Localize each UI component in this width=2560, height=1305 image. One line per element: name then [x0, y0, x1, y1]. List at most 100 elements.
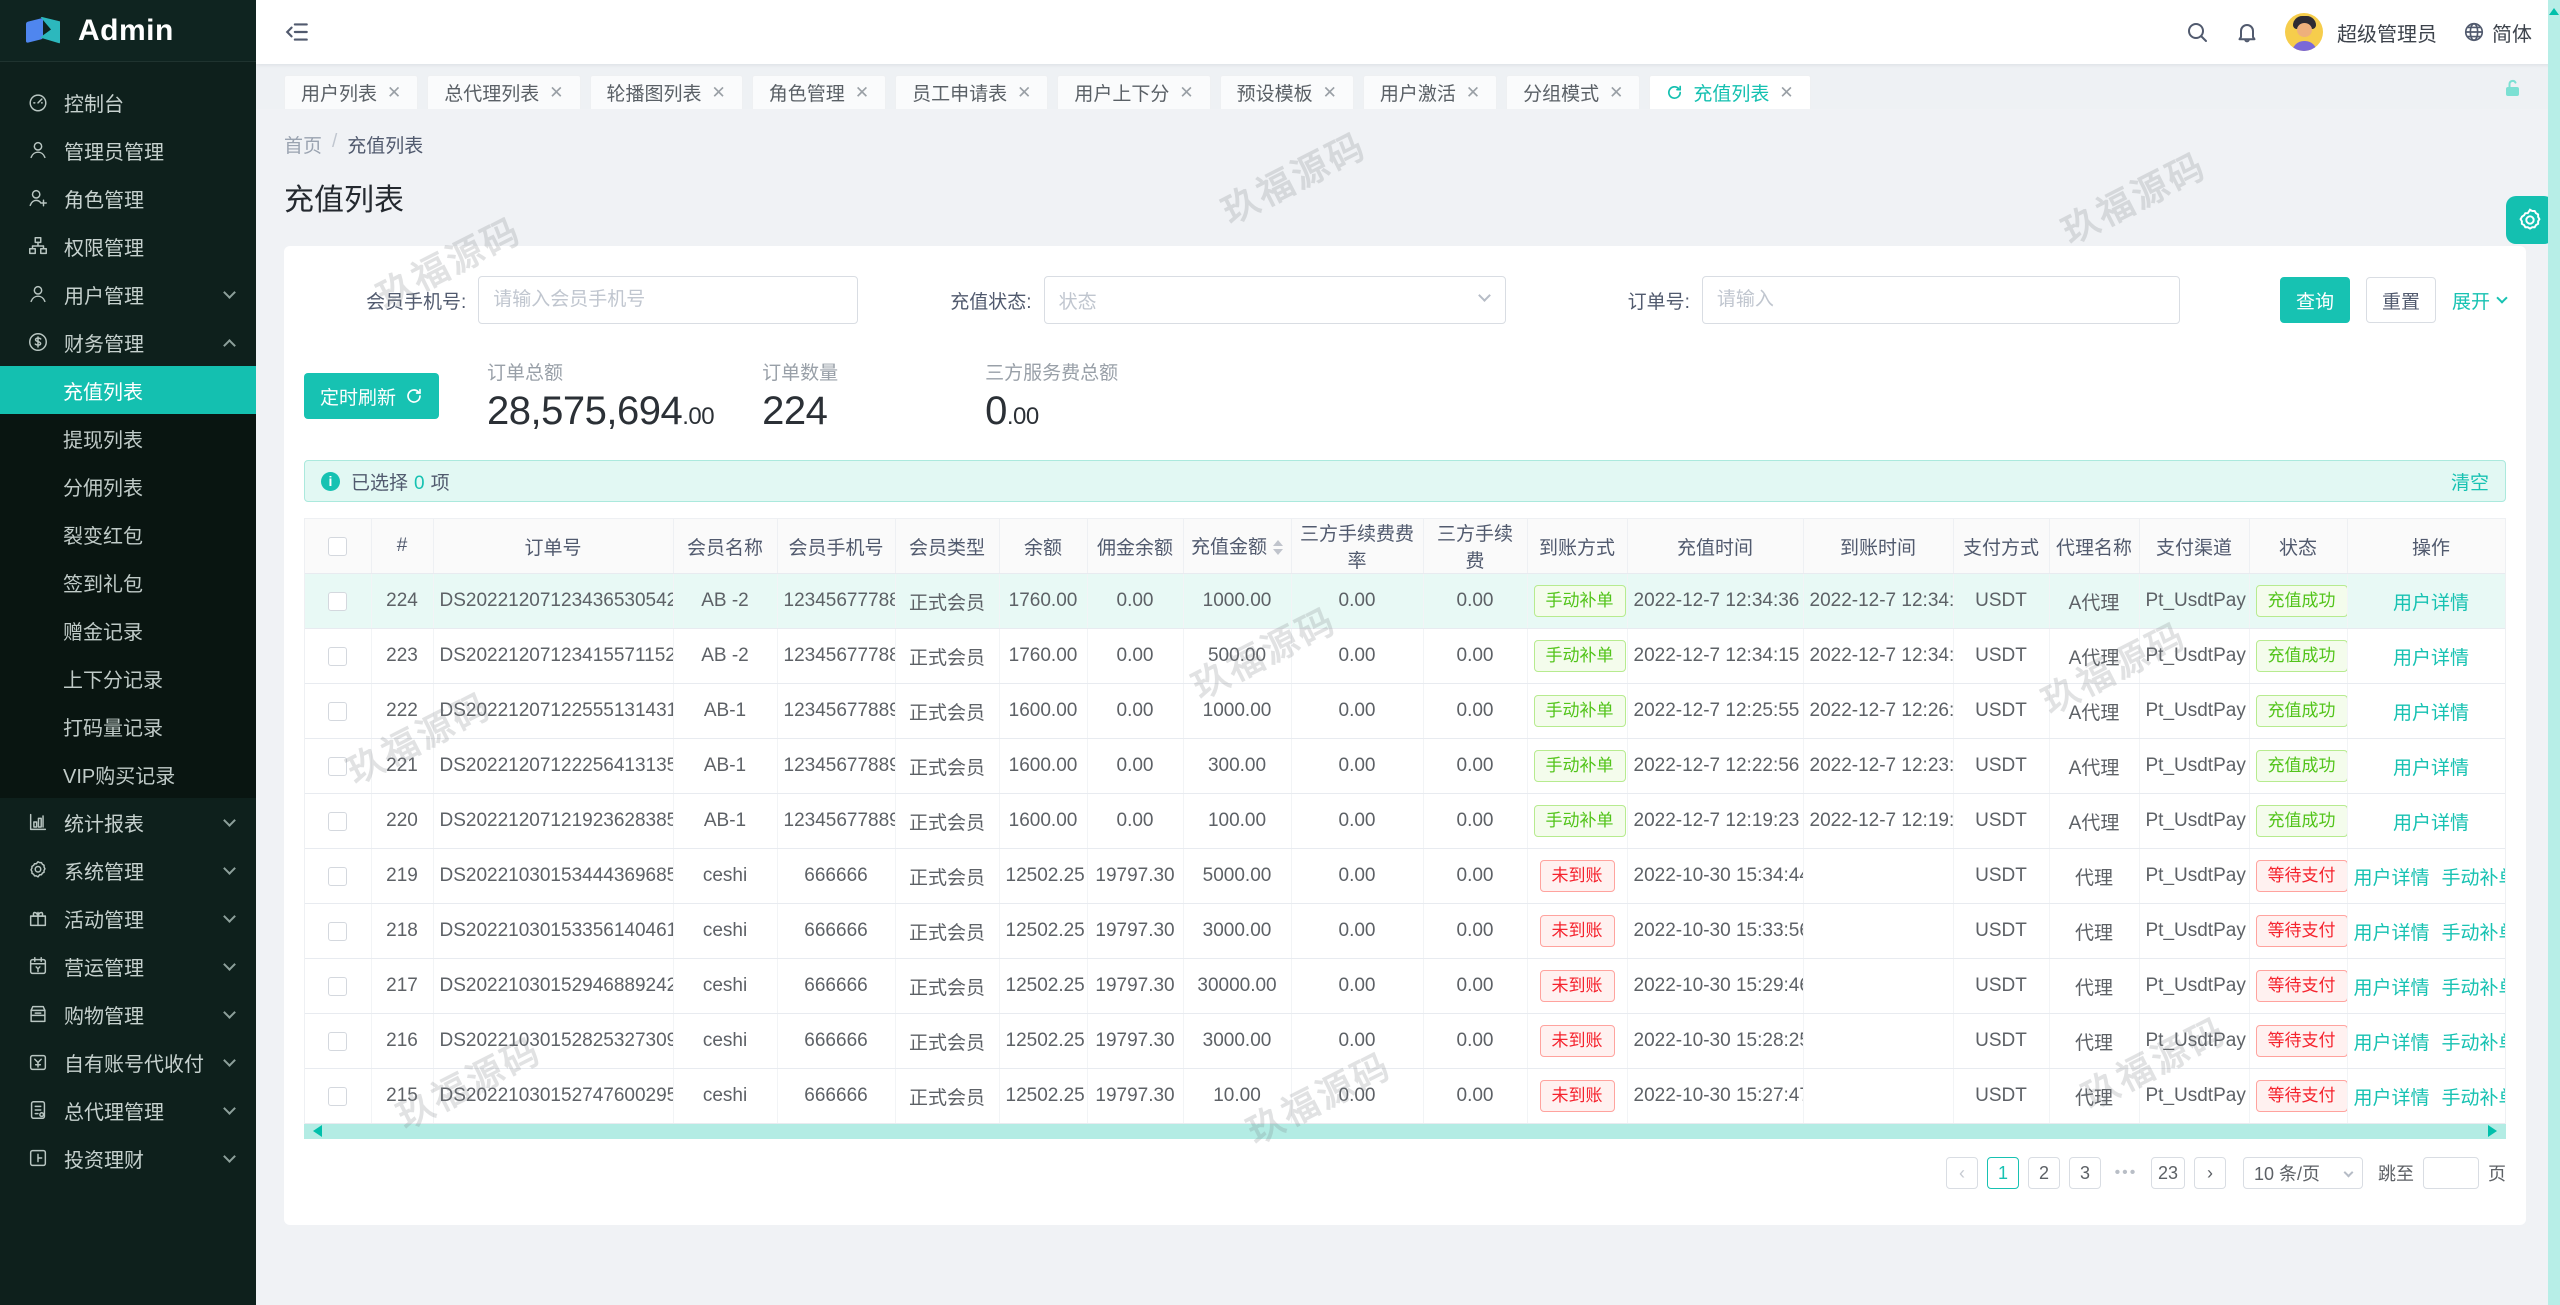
- sidebar-subitem-赠金记录[interactable]: 赠金记录: [0, 606, 256, 654]
- breadcrumb-home[interactable]: 首页: [284, 131, 322, 158]
- page-button-3[interactable]: 3: [2068, 1157, 2101, 1189]
- close-icon[interactable]: ✕: [1179, 84, 1193, 101]
- sidebar-item-总代理管理[interactable]: 总代理管理: [0, 1086, 256, 1134]
- row-checkbox[interactable]: [328, 921, 348, 941]
- select-all-checkbox[interactable]: [328, 536, 348, 556]
- action-link-用户详情[interactable]: 用户详情: [2393, 813, 2469, 834]
- row-checkbox[interactable]: [328, 976, 348, 996]
- row-checkbox[interactable]: [328, 701, 348, 721]
- close-icon[interactable]: ✕: [1466, 84, 1480, 101]
- sidebar-item-管理员管理[interactable]: 管理员管理: [0, 126, 256, 174]
- username[interactable]: 超级管理员: [2337, 18, 2437, 47]
- action-link-手动补单[interactable]: 手动补单: [2442, 1088, 2505, 1109]
- avatar[interactable]: [2285, 13, 2323, 51]
- action-link-用户详情[interactable]: 用户详情: [2393, 703, 2469, 724]
- search-button[interactable]: 查询: [2279, 277, 2350, 323]
- bell-icon[interactable]: [2235, 20, 2259, 44]
- column-header-充值金额[interactable]: 充值金额: [1183, 519, 1292, 574]
- tab-分组模式[interactable]: 分组模式 ✕: [1506, 75, 1641, 109]
- row-checkbox[interactable]: [328, 811, 348, 831]
- clear-selection-link[interactable]: 清空: [2451, 468, 2489, 495]
- next-page-button[interactable]: ›: [2194, 1157, 2226, 1189]
- tab-预设模板[interactable]: 预设模板 ✕: [1219, 75, 1354, 109]
- sidebar-subitem-分佣列表[interactable]: 分佣列表: [0, 462, 256, 510]
- reset-button[interactable]: 重置: [2365, 277, 2436, 323]
- tab-轮播图列表[interactable]: 轮播图列表 ✕: [589, 75, 743, 109]
- sort-asc-icon[interactable]: [1273, 535, 1283, 547]
- page-button-2[interactable]: 2: [2027, 1157, 2060, 1189]
- action-link-用户详情[interactable]: 用户详情: [2354, 978, 2430, 999]
- sidebar-subitem-提现列表[interactable]: 提现列表: [0, 414, 256, 462]
- action-link-用户详情[interactable]: 用户详情: [2393, 758, 2469, 779]
- sidebar-item-系统管理[interactable]: 系统管理: [0, 846, 256, 894]
- close-icon[interactable]: ✕: [1323, 84, 1337, 101]
- sidebar-subitem-裂变红包[interactable]: 裂变红包: [0, 510, 256, 558]
- horizontal-scrollbar[interactable]: [304, 1124, 2506, 1139]
- row-checkbox[interactable]: [328, 756, 348, 776]
- sidebar-item-控制台[interactable]: 控制台: [0, 78, 256, 126]
- sidebar-item-活动管理[interactable]: 活动管理: [0, 894, 256, 942]
- sidebar-item-自有账号代收付[interactable]: 自有账号代收付: [0, 1038, 256, 1086]
- action-link-用户详情[interactable]: 用户详情: [2393, 648, 2469, 669]
- sidebar-collapse-icon[interactable]: [284, 19, 310, 45]
- sidebar-item-营运管理[interactable]: 营运管理: [0, 942, 256, 990]
- close-icon[interactable]: ✕: [1779, 84, 1793, 101]
- settings-gear-button[interactable]: [2506, 196, 2554, 244]
- order-no-input[interactable]: [1701, 276, 2180, 324]
- sidebar-subitem-上下分记录[interactable]: 上下分记录: [0, 654, 256, 702]
- sort-icon[interactable]: [1273, 535, 1283, 560]
- member-phone-input[interactable]: [478, 276, 859, 324]
- sidebar-item-购物管理[interactable]: 购物管理: [0, 990, 256, 1038]
- tab-角色管理[interactable]: 角色管理 ✕: [751, 75, 887, 109]
- prev-page-button[interactable]: ‹: [1945, 1157, 1978, 1189]
- search-icon[interactable]: [2185, 20, 2209, 44]
- tab-用户激活[interactable]: 用户激活 ✕: [1362, 75, 1498, 109]
- page-scrollbar[interactable]: [2548, 0, 2560, 1305]
- sort-desc-icon[interactable]: [1273, 549, 1283, 560]
- sidebar-item-角色管理[interactable]: 角色管理: [0, 174, 256, 222]
- action-link-手动补单[interactable]: 手动补单: [2442, 1033, 2505, 1054]
- row-checkbox[interactable]: [328, 1031, 348, 1051]
- auto-refresh-button[interactable]: 定时刷新: [304, 373, 440, 419]
- row-checkbox[interactable]: [328, 1086, 348, 1106]
- action-link-用户详情[interactable]: 用户详情: [2354, 1033, 2430, 1054]
- page-jump-input[interactable]: [2423, 1157, 2479, 1189]
- close-icon[interactable]: ✕: [712, 84, 726, 101]
- action-link-用户详情[interactable]: 用户详情: [2393, 593, 2469, 614]
- action-link-手动补单[interactable]: 手动补单: [2442, 978, 2505, 999]
- expand-link[interactable]: 展开: [2452, 287, 2508, 314]
- scroll-up-icon[interactable]: [2549, 3, 2559, 15]
- page-button-23[interactable]: 23: [2150, 1157, 2185, 1189]
- sidebar-item-投资理财[interactable]: 投资理财: [0, 1134, 256, 1182]
- action-link-手动补单[interactable]: 手动补单: [2442, 923, 2505, 944]
- language-switcher[interactable]: 简体: [2463, 18, 2532, 47]
- close-icon[interactable]: ✕: [1017, 84, 1031, 101]
- close-icon[interactable]: ✕: [1609, 84, 1623, 101]
- sidebar-subitem-VIP购买记录[interactable]: VIP购买记录: [0, 750, 256, 798]
- scroll-right-icon[interactable]: [2488, 1125, 2503, 1137]
- scroll-left-icon[interactable]: [307, 1125, 322, 1137]
- sidebar-item-用户管理[interactable]: 用户管理: [0, 270, 256, 318]
- close-icon[interactable]: ✕: [387, 84, 401, 101]
- sidebar-subitem-充值列表[interactable]: 充值列表: [0, 366, 256, 414]
- tab-总代理列表[interactable]: 总代理列表 ✕: [427, 75, 581, 109]
- action-link-用户详情[interactable]: 用户详情: [2354, 868, 2430, 889]
- sidebar-item-财务管理[interactable]: 财务管理: [0, 318, 256, 366]
- close-icon[interactable]: ✕: [855, 84, 869, 101]
- action-link-用户详情[interactable]: 用户详情: [2354, 923, 2430, 944]
- action-link-用户详情[interactable]: 用户详情: [2354, 1088, 2430, 1109]
- action-link-手动补单[interactable]: 手动补单: [2442, 868, 2505, 889]
- recharge-status-select[interactable]: 状态: [1043, 276, 1506, 324]
- row-checkbox[interactable]: [328, 591, 348, 611]
- tab-用户列表[interactable]: 用户列表 ✕: [284, 75, 419, 109]
- page-button-1[interactable]: 1: [1986, 1157, 2019, 1189]
- sidebar-item-权限管理[interactable]: 权限管理: [0, 222, 256, 270]
- sidebar-subitem-打码量记录[interactable]: 打码量记录: [0, 702, 256, 750]
- sidebar-subitem-签到礼包[interactable]: 签到礼包: [0, 558, 256, 606]
- page-size-select[interactable]: 10 条/页: [2243, 1157, 2363, 1189]
- tab-充值列表[interactable]: 充值列表 ✕: [1649, 75, 1811, 109]
- column-header-checkbox[interactable]: [305, 519, 372, 574]
- tab-员工申请表[interactable]: 员工申请表 ✕: [895, 75, 1049, 109]
- close-icon[interactable]: ✕: [549, 84, 563, 101]
- unlock-icon[interactable]: [2500, 76, 2524, 100]
